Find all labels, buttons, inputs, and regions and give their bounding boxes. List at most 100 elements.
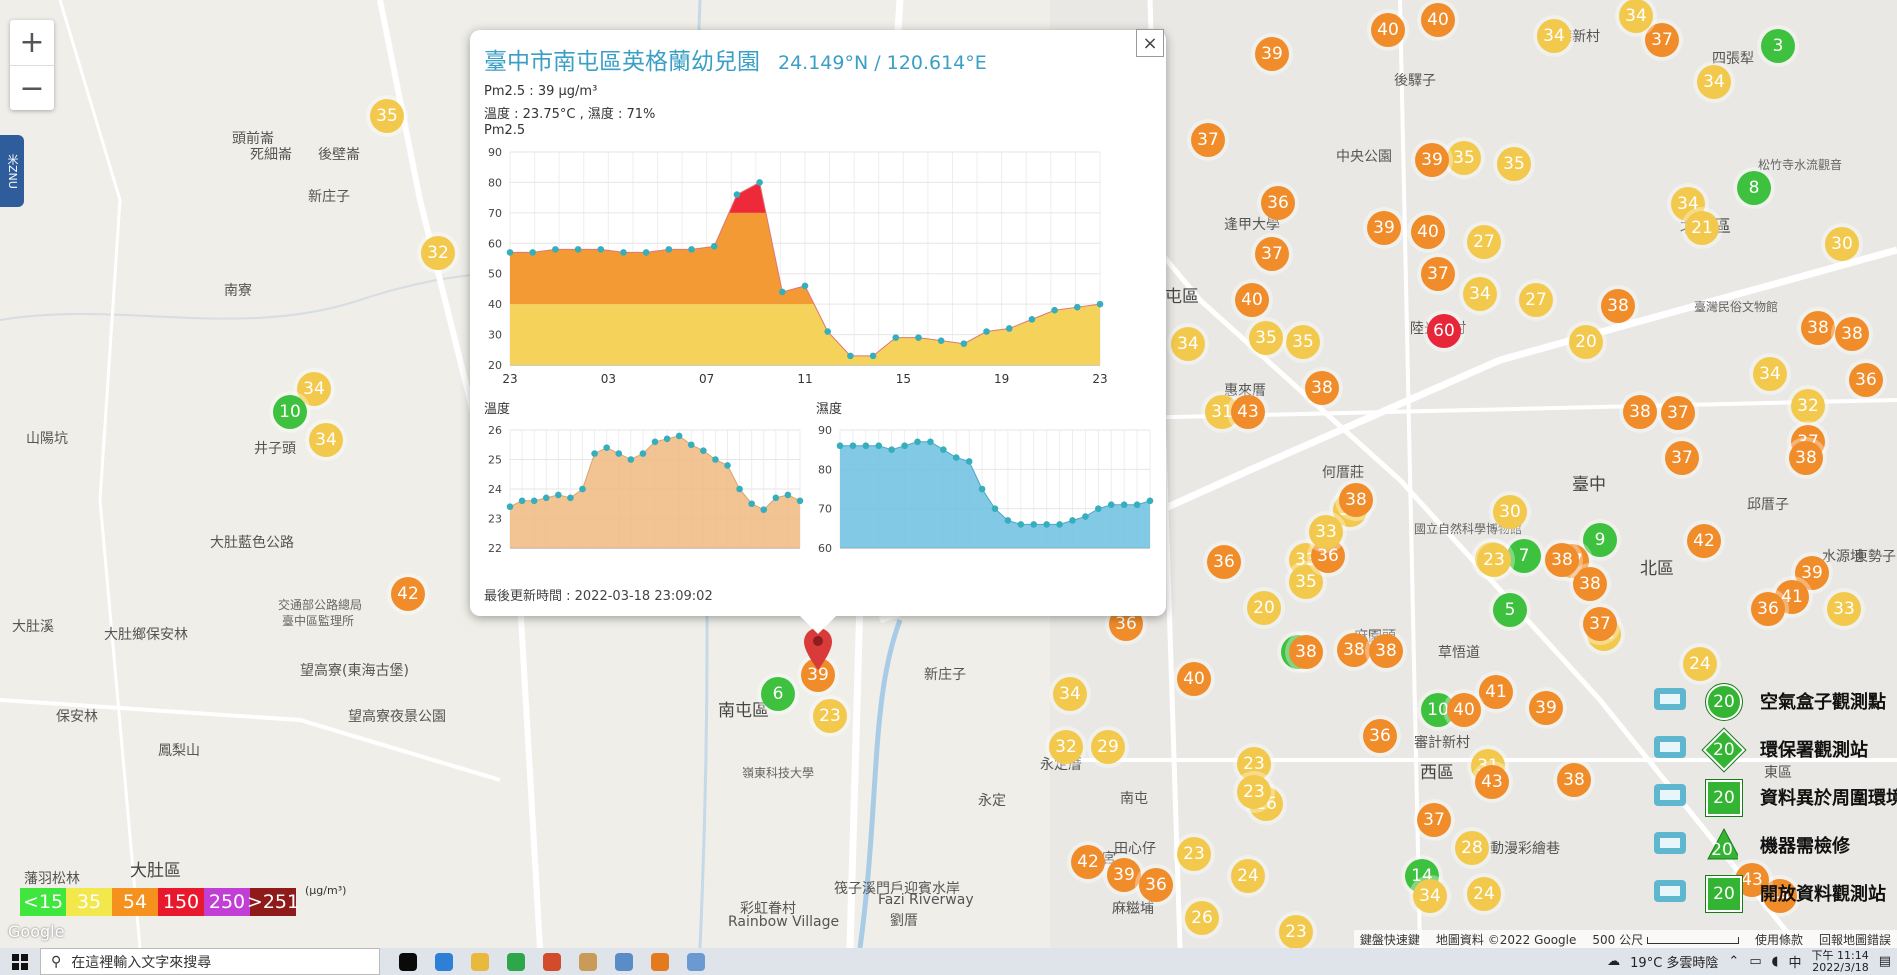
aqi-marker[interactable]: 35 xyxy=(1286,325,1320,359)
weather-text[interactable]: 19°C 多雲時陰 xyxy=(1630,952,1718,971)
aqi-marker[interactable]: 27 xyxy=(1519,283,1553,317)
aqi-marker[interactable]: 35 xyxy=(1447,141,1481,175)
aqi-marker[interactable]: 36 xyxy=(1849,363,1883,397)
aqi-marker[interactable]: 32 xyxy=(421,236,455,270)
taskbar-app-icon[interactable] xyxy=(642,948,678,975)
location-pin-icon[interactable] xyxy=(804,628,832,670)
aqi-marker[interactable]: 34 xyxy=(1619,0,1653,33)
taskbar-app-icon[interactable] xyxy=(678,948,714,975)
side-panel-tab[interactable]: 米ZNU xyxy=(0,135,24,207)
aqi-marker[interactable]: 38 xyxy=(1789,441,1823,475)
aqi-marker[interactable]: 34 xyxy=(1697,65,1731,99)
aqi-marker[interactable]: 34 xyxy=(309,423,343,457)
aqi-marker[interactable]: 60 xyxy=(1427,314,1461,348)
aqi-marker[interactable]: 38 xyxy=(1835,317,1869,351)
aqi-marker[interactable]: 26 xyxy=(1185,901,1219,935)
aqi-marker[interactable]: 43 xyxy=(1475,765,1509,799)
aqi-marker[interactable]: 20 xyxy=(1247,591,1281,625)
aqi-marker[interactable]: 34 xyxy=(1753,357,1787,391)
aqi-marker[interactable]: 38 xyxy=(1305,371,1339,405)
aqi-marker[interactable]: 36 xyxy=(1261,186,1295,220)
aqi-marker[interactable]: 38 xyxy=(1545,543,1579,577)
aqi-marker[interactable]: 40 xyxy=(1421,3,1455,37)
taskbar-app-icon[interactable] xyxy=(426,948,462,975)
aqi-marker[interactable]: 34 xyxy=(1463,277,1497,311)
aqi-marker[interactable]: 38 xyxy=(1369,634,1403,668)
aqi-marker[interactable]: 7 xyxy=(1507,539,1541,573)
aqi-marker[interactable]: 23 xyxy=(1279,915,1313,948)
aqi-marker[interactable]: 30 xyxy=(1825,227,1859,261)
aqi-marker[interactable]: 39 xyxy=(1529,691,1563,725)
aqi-marker[interactable]: 24 xyxy=(1683,647,1717,681)
clock[interactable]: 下午 11:14 2022/3/18 xyxy=(1812,949,1869,974)
aqi-marker[interactable]: 27 xyxy=(1467,225,1501,259)
aqi-marker[interactable]: 23 xyxy=(1477,543,1511,577)
aqi-marker[interactable]: 38 xyxy=(1557,763,1591,797)
aqi-marker[interactable]: 37 xyxy=(1645,23,1679,57)
ime-indicator[interactable]: 中 xyxy=(1788,952,1801,971)
aqi-marker[interactable]: 23 xyxy=(813,699,847,733)
aqi-marker[interactable]: 6 xyxy=(761,677,795,711)
volume-icon[interactable]: ◖ xyxy=(1772,954,1779,969)
aqi-marker[interactable]: 40 xyxy=(1447,693,1481,727)
aqi-marker[interactable]: 33 xyxy=(1309,515,1343,549)
scale-bar[interactable]: 500 公尺 xyxy=(1592,931,1739,948)
aqi-marker[interactable]: 41 xyxy=(1479,675,1513,709)
aqi-marker[interactable]: 24 xyxy=(1231,859,1265,893)
aqi-marker[interactable]: 30 xyxy=(1493,495,1527,529)
aqi-marker[interactable]: 40 xyxy=(1177,662,1211,696)
zoom-out-button[interactable]: − xyxy=(10,65,54,111)
aqi-marker[interactable]: 39 xyxy=(1255,37,1289,71)
aqi-marker[interactable]: 36 xyxy=(1363,719,1397,753)
taskbar-app-icon[interactable] xyxy=(570,948,606,975)
aqi-marker[interactable]: 24 xyxy=(1467,877,1501,911)
aqi-marker[interactable]: 43 xyxy=(1231,395,1265,429)
aqi-marker[interactable]: 5 xyxy=(1493,593,1527,627)
aqi-marker[interactable]: 42 xyxy=(391,577,425,611)
aqi-marker[interactable]: 38 xyxy=(1337,633,1371,667)
aqi-marker[interactable]: 34 xyxy=(1537,19,1571,53)
windows-start-icon[interactable] xyxy=(0,948,40,975)
aqi-marker[interactable]: 38 xyxy=(1623,395,1657,429)
aqi-marker[interactable]: 33 xyxy=(1827,592,1861,626)
aqi-marker[interactable]: 39 xyxy=(1415,143,1449,177)
aqi-marker[interactable]: 37 xyxy=(1191,123,1225,157)
zoom-in-button[interactable]: + xyxy=(10,20,54,65)
close-button[interactable]: × xyxy=(1136,29,1164,57)
aqi-marker[interactable]: 35 xyxy=(370,99,404,133)
taskbar-app-icon[interactable] xyxy=(498,948,534,975)
aqi-marker[interactable]: 21 xyxy=(1685,211,1719,245)
aqi-marker[interactable]: 29 xyxy=(1091,730,1125,764)
notification-icon[interactable]: ▤ xyxy=(1879,954,1891,969)
aqi-marker[interactable]: 35 xyxy=(1497,147,1531,181)
aqi-marker[interactable]: 40 xyxy=(1411,215,1445,249)
aqi-marker[interactable]: 38 xyxy=(1339,483,1373,517)
taskbar-app-icon[interactable] xyxy=(390,948,426,975)
aqi-marker[interactable]: 37 xyxy=(1417,803,1451,837)
aqi-marker[interactable]: 35 xyxy=(1249,321,1283,355)
taskbar-app-icon[interactable] xyxy=(462,948,498,975)
aqi-marker[interactable]: 34 xyxy=(1053,677,1087,711)
aqi-marker[interactable]: 34 xyxy=(1171,327,1205,361)
keyboard-shortcuts-link[interactable]: 鍵盤快速鍵 xyxy=(1360,931,1420,948)
aqi-marker[interactable]: 10 xyxy=(273,395,307,429)
aqi-marker[interactable]: 37 xyxy=(1583,607,1617,641)
aqi-marker[interactable]: 37 xyxy=(1665,441,1699,475)
aqi-marker[interactable]: 42 xyxy=(1687,524,1721,558)
aqi-marker[interactable]: 8 xyxy=(1737,171,1771,205)
aqi-marker[interactable]: 36 xyxy=(1751,592,1785,626)
aqi-marker[interactable]: 23 xyxy=(1237,775,1271,809)
network-icon[interactable]: ▭ xyxy=(1749,954,1761,969)
aqi-marker[interactable]: 9 xyxy=(1583,523,1617,557)
aqi-marker[interactable]: 34 xyxy=(1413,879,1447,913)
weather-icon[interactable]: ☁ xyxy=(1607,954,1620,969)
aqi-marker[interactable]: 38 xyxy=(1573,567,1607,601)
aqi-marker[interactable]: 38 xyxy=(1801,311,1835,345)
aqi-marker[interactable]: 28 xyxy=(1455,831,1489,865)
terms-link[interactable]: 使用條款 xyxy=(1755,931,1803,948)
aqi-marker[interactable]: 40 xyxy=(1371,13,1405,47)
aqi-marker[interactable]: 23 xyxy=(1177,837,1211,871)
aqi-marker[interactable]: 20 xyxy=(1569,325,1603,359)
aqi-marker[interactable]: 39 xyxy=(1107,858,1141,892)
aqi-marker[interactable]: 32 xyxy=(1049,730,1083,764)
